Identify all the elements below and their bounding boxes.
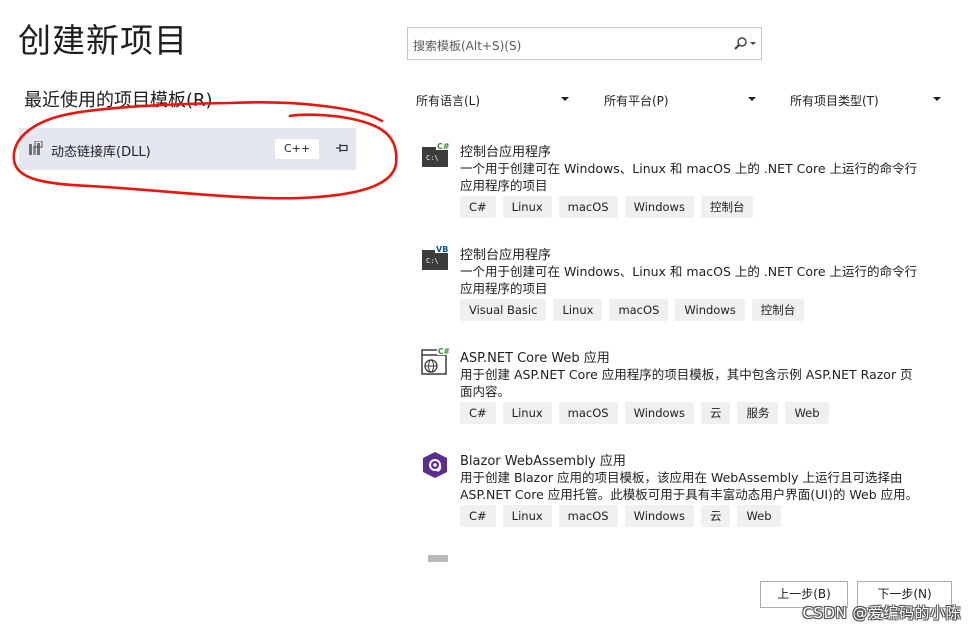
tag: Linux: [502, 402, 552, 424]
tag: Web: [785, 402, 829, 424]
tag: Linux: [553, 299, 603, 321]
search-icon[interactable]: [733, 36, 757, 52]
search-placeholder: 搜索模板(Alt+S)(S): [413, 39, 522, 53]
chevron-down-icon: [933, 97, 941, 101]
tag: Linux: [502, 505, 552, 527]
tag: 服务: [737, 402, 779, 424]
tag: macOS: [558, 196, 618, 218]
tag: C#: [460, 402, 496, 424]
tag: 云: [700, 402, 731, 424]
tag: 云: [700, 505, 731, 527]
project-type-filter-label: 所有项目类型(T): [790, 94, 879, 108]
svg-text:C:\: C:\: [426, 154, 439, 162]
console-csharp-icon: C:\ C#: [422, 141, 450, 167]
language-badge: C++: [275, 139, 320, 159]
tag: Linux: [502, 196, 552, 218]
tag: 控制台: [700, 196, 754, 218]
search-input[interactable]: 搜索模板(Alt+S)(S): [407, 27, 762, 60]
template-description: 一个用于创建可在 Windows、Linux 和 macOS 上的 .NET C…: [460, 264, 918, 296]
svg-text:C#: C#: [437, 142, 450, 151]
recent-templates-header: 最近使用的项目模板(R): [24, 90, 213, 111]
svg-text:C:\: C:\: [426, 257, 439, 265]
template-item[interactable]: C:\ VB 控制台应用程序 一个用于创建可在 Windows、Linux 和 …: [420, 244, 920, 344]
template-name: 控制台应用程序: [460, 145, 552, 160]
platform-filter-label: 所有平台(P): [604, 94, 669, 108]
chevron-down-icon: [748, 97, 756, 101]
tag: Windows: [624, 505, 694, 527]
tag: Windows: [624, 196, 694, 218]
tag: macOS: [609, 299, 669, 321]
project-type-filter-dropdown[interactable]: 所有项目类型(T): [782, 85, 948, 114]
console-vb-icon: C:\ VB: [422, 244, 449, 270]
dll-project-icon: [29, 141, 43, 155]
tag: Visual Basic: [460, 299, 547, 321]
tag: C#: [460, 505, 496, 527]
tag: 控制台: [751, 299, 805, 321]
tag: Windows: [675, 299, 745, 321]
tag: Windows: [624, 402, 694, 424]
tag: C#: [460, 196, 496, 218]
template-tags: C# Linux macOS Windows 控制台: [460, 196, 754, 218]
blazor-icon: [423, 452, 447, 478]
template-item-partial: [420, 552, 920, 562]
chevron-down-icon: [561, 97, 569, 101]
template-item[interactable]: Blazor WebAssembly 应用 用于创建 Blazor 应用的项目模…: [420, 450, 920, 550]
pin-icon[interactable]: [335, 142, 349, 154]
template-description: 一个用于创建可在 Windows、Linux 和 macOS 上的 .NET C…: [460, 161, 918, 193]
tag: macOS: [558, 505, 618, 527]
template-item[interactable]: C:\ C# 控制台应用程序 一个用于创建可在 Windows、Linux 和 …: [420, 141, 920, 241]
template-item[interactable]: C# ASP.NET Core Web 应用 用于创建 ASP.NET Core…: [420, 347, 920, 447]
web-app-icon: C#: [421, 347, 450, 375]
template-tags: C# Linux macOS Windows 云 服务 Web: [460, 402, 829, 424]
language-filter-dropdown[interactable]: 所有语言(L): [408, 85, 576, 114]
language-filter-label: 所有语言(L): [416, 94, 481, 108]
recent-template-name: 动态链接库(DLL): [51, 145, 151, 160]
page-title: 创建新项目: [18, 21, 188, 60]
template-description: 用于创建 ASP.NET Core 应用程序的项目模板，其中包含示例 ASP.N…: [460, 367, 913, 399]
template-tags: Visual Basic Linux macOS Windows 控制台: [460, 299, 805, 321]
template-name: Blazor WebAssembly 应用: [460, 454, 626, 469]
tag: macOS: [558, 402, 618, 424]
svg-text:VB: VB: [436, 245, 448, 254]
template-name: ASP.NET Core Web 应用: [460, 351, 610, 366]
console-csharp-icon: [428, 555, 448, 562]
template-tags: C# Linux macOS Windows 云 Web: [460, 505, 781, 527]
template-description: 用于创建 Blazor 应用的项目模板，该应用在 WebAssembly 上运行…: [460, 470, 919, 502]
platform-filter-dropdown[interactable]: 所有平台(P): [596, 85, 763, 114]
recent-template-item[interactable]: 动态链接库(DLL) C++: [19, 128, 356, 170]
watermark: CSDN @爱编码的小陈: [802, 604, 961, 622]
tag: Web: [737, 505, 781, 527]
template-name: 控制台应用程序: [460, 248, 552, 263]
svg-text:C#: C#: [438, 347, 450, 356]
